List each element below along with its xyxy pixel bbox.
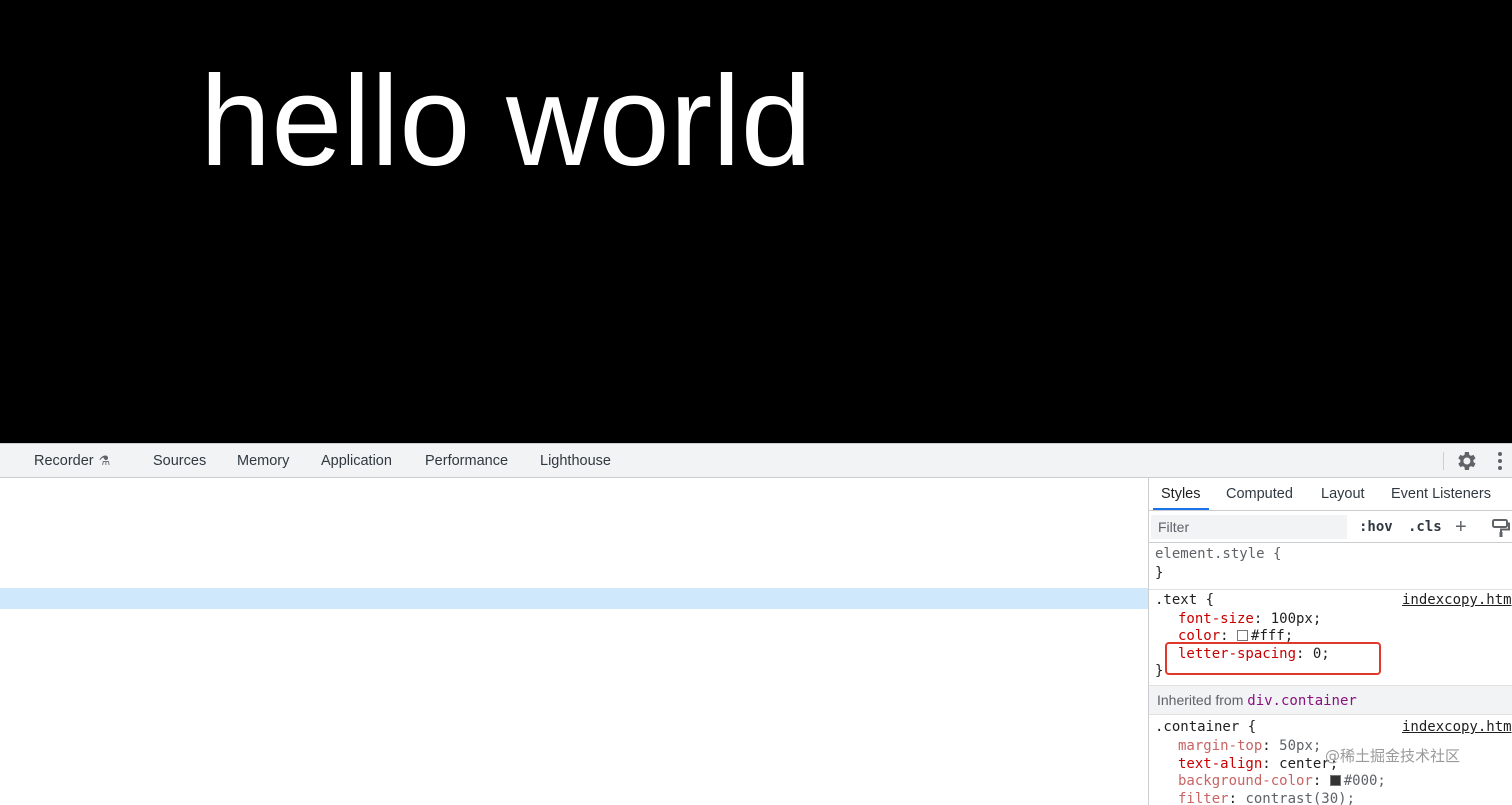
gear-icon[interactable] (1454, 449, 1478, 473)
hello-text: hello world (200, 50, 812, 193)
tab-application[interactable]: Application (321, 444, 392, 478)
tab-memory[interactable]: Memory (237, 444, 289, 478)
declaration-text-align[interactable]: text-align: center; (1178, 756, 1338, 774)
devtools-panel: Recorder ⚗ Sources Memory Application Per… (0, 443, 1512, 805)
rule-selector[interactable]: .container { (1155, 719, 1256, 737)
color-swatch[interactable] (1237, 630, 1249, 641)
tab-performance[interactable]: Performance (425, 444, 508, 478)
rule-selector[interactable]: .text { (1155, 592, 1214, 610)
property-value: 50px; (1279, 738, 1322, 754)
kebab-icon[interactable] (1494, 450, 1506, 472)
page-viewport: hello world (0, 0, 1512, 443)
tab-lighthouse[interactable]: Lighthouse (540, 444, 611, 478)
property-value: #000; (1343, 773, 1386, 789)
inherited-label: Inherited from div.container (1157, 692, 1357, 709)
rule-selector[interactable]: element.style { (1155, 546, 1281, 564)
rule-close: } (1155, 663, 1164, 679)
tab-recorder[interactable]: Recorder ⚗ (34, 444, 110, 478)
hov-button[interactable]: :hov (1359, 515, 1393, 539)
rule-element-style: element.style { } (1149, 544, 1512, 588)
styles-sidebar: Styles Computed Layout Event Listeners :… (1148, 478, 1512, 805)
filter-input[interactable] (1151, 515, 1347, 539)
tab-event-listeners[interactable]: Event Listeners (1391, 478, 1491, 510)
tab-recorder-label: Recorder (34, 453, 94, 469)
filter-row: :hov .cls + (1149, 511, 1512, 543)
declaration-margin-top[interactable]: margin-top: 50px; (1178, 738, 1321, 756)
property-name: background-color (1178, 773, 1313, 789)
color-swatch[interactable] (1329, 775, 1341, 786)
tab-layout[interactable]: Layout (1321, 478, 1365, 510)
rule-source-link[interactable]: indexcopy.htm (1402, 592, 1512, 610)
property-name: font-size (1178, 611, 1254, 627)
rule-source-link[interactable]: indexcopy.htm (1402, 719, 1512, 737)
property-value: contrast(30); (1245, 791, 1356, 805)
tab-sources[interactable]: Sources (153, 444, 206, 478)
rule-close: } (1155, 565, 1164, 581)
inherited-link[interactable]: div.container (1247, 693, 1357, 709)
property-name: text-align (1178, 756, 1263, 772)
rule-container: .container { indexcopy.htm margin-top: 5… (1149, 716, 1512, 805)
devtools-tabbar: Recorder ⚗ Sources Memory Application Per… (0, 443, 1512, 478)
rule-text: .text { indexcopy.htm font-size: 100px; … (1149, 590, 1512, 690)
selected-dom-row[interactable] (0, 588, 1148, 609)
tab-styles[interactable]: Styles (1153, 478, 1209, 510)
tabbar-divider (1443, 452, 1444, 470)
declaration-background-color[interactable]: background-color: #000; (1178, 773, 1386, 791)
property-value: 100px; (1270, 611, 1322, 627)
flask-icon: ⚗ (98, 453, 111, 468)
sidebar-tabs: Styles Computed Layout Event Listeners (1149, 478, 1512, 511)
watermark: @稀土掘金技术社区 (1325, 747, 1461, 765)
paint-roller-icon[interactable] (1491, 518, 1511, 538)
declaration-font-size[interactable]: font-size: 100px; (1178, 611, 1321, 629)
add-rule-button[interactable]: + (1455, 515, 1467, 539)
inherited-header: Inherited from div.container (1149, 685, 1512, 715)
tab-computed[interactable]: Computed (1226, 478, 1293, 510)
highlight-annotation (1165, 642, 1381, 675)
cls-button[interactable]: .cls (1408, 515, 1442, 539)
property-name: filter (1178, 791, 1229, 805)
property-name: margin-top (1178, 738, 1263, 754)
elements-panel (0, 478, 1148, 805)
declaration-filter[interactable]: filter: contrast(30); (1178, 791, 1355, 805)
